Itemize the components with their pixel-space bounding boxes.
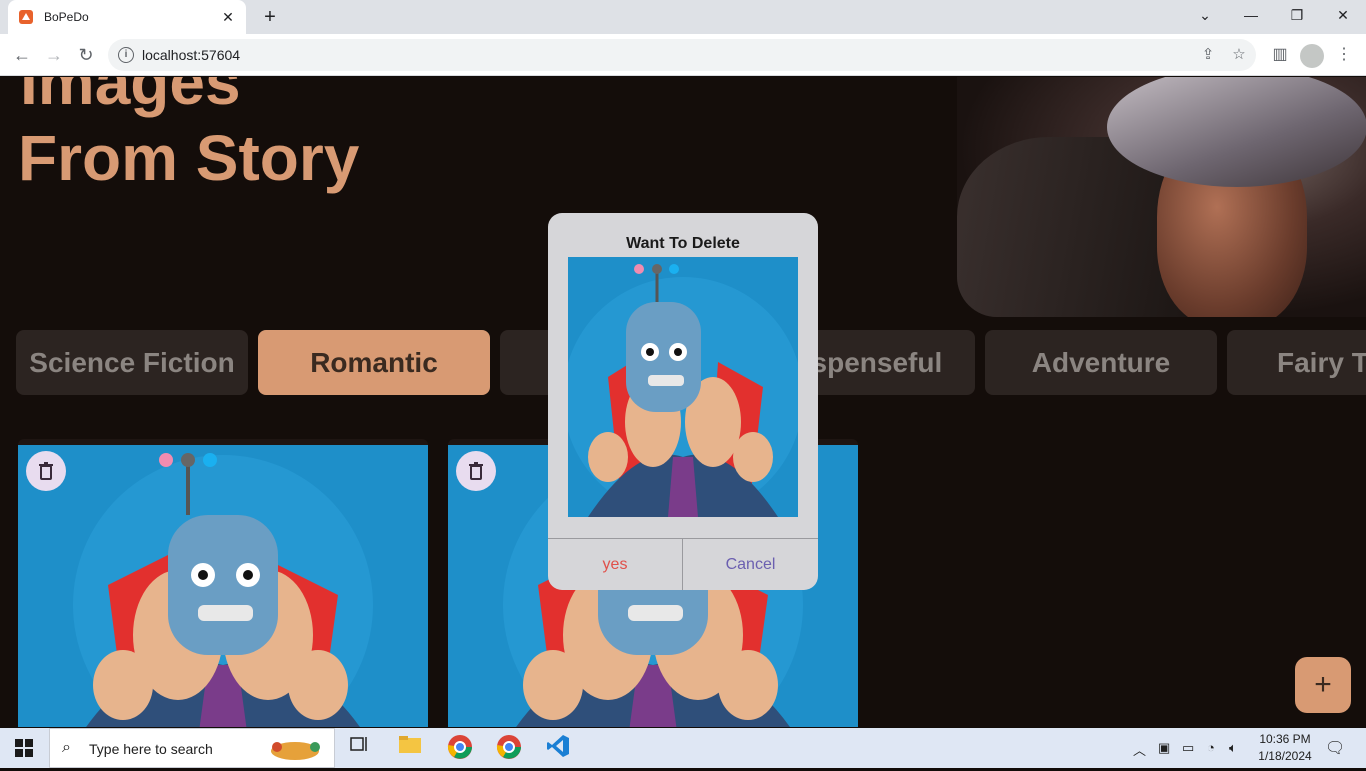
back-arrow-icon[interactable]: ← — [8, 41, 36, 69]
category-chip-romantic[interactable]: Romantic — [258, 330, 490, 395]
browser-tabstrip: BoPeDo ✕ + ⌄ — ❐ ✕ — [0, 0, 1366, 34]
delete-trash-icon[interactable] — [26, 451, 66, 491]
restore-button[interactable]: ❐ — [1274, 0, 1320, 30]
reload-icon[interactable]: ↻ — [72, 41, 100, 69]
site-info-icon[interactable]: i — [118, 47, 134, 63]
tab-title: BoPeDo — [44, 10, 89, 24]
wifi-icon[interactable]: ◔ — [1207, 740, 1215, 755]
share-icon[interactable]: ⇪ — [1199, 46, 1217, 64]
bookmark-star-icon[interactable]: ☆ — [1230, 46, 1248, 64]
category-chip-adventure[interactable]: Adventure — [985, 330, 1217, 395]
battery-icon[interactable]: ▭ — [1182, 740, 1194, 756]
taskbar-clock[interactable]: 10:36 PM 1/18/2024 — [1256, 731, 1314, 765]
clock-date: 1/18/2024 — [1258, 749, 1312, 763]
browser-toolbar: ← → ↻ i localhost:57604 ⇪ ☆ ▥ ⋮ — [0, 34, 1366, 76]
delete-trash-icon[interactable] — [456, 451, 496, 491]
search-icon: ⌕ — [62, 739, 71, 756]
category-chip-science-fiction[interactable]: Science Fiction — [16, 330, 248, 395]
dialog-preview-image — [568, 257, 798, 517]
minimize-button[interactable]: — — [1228, 0, 1274, 30]
window-close-button[interactable]: ✕ — [1320, 0, 1366, 30]
address-bar[interactable]: i localhost:57604 ⇪ ☆ — [108, 39, 1256, 71]
profile-avatar[interactable] — [1300, 44, 1324, 68]
tab-search-chevron-icon[interactable]: ⌄ — [1182, 0, 1228, 30]
more-menu-icon[interactable]: ⋮ — [1332, 43, 1356, 67]
cancel-button[interactable]: Cancel — [683, 539, 818, 590]
delete-confirm-dialog: Want To Delete yes Cancel — [548, 213, 818, 590]
hero-image — [957, 77, 1366, 317]
app-favicon-icon — [19, 10, 33, 24]
side-panel-icon[interactable]: ▥ — [1268, 43, 1292, 67]
page-heading-line1: Images — [20, 77, 241, 118]
clock-time: 10:36 PM — [1259, 732, 1311, 746]
chrome-icon[interactable] — [494, 734, 524, 764]
page-heading-line2: From Story — [18, 122, 360, 194]
windows-taskbar: ⌕ Type here to search ︿ ▣ ▭ ◔ 🔈︎ 10:36 P… — [0, 728, 1366, 768]
add-image-button[interactable]: + — [1295, 657, 1351, 713]
search-highlight-doodle-icon — [271, 742, 320, 760]
chrome-profile-icon[interactable] — [445, 734, 475, 764]
meet-now-icon[interactable]: ▣ — [1158, 740, 1170, 756]
forward-arrow-icon[interactable]: → — [40, 41, 68, 69]
dialog-actions: yes Cancel — [548, 538, 818, 590]
confirm-delete-button[interactable]: yes — [548, 539, 683, 590]
tray-overflow-chevron-icon[interactable]: ︿ — [1133, 740, 1146, 759]
taskbar-search-box[interactable]: ⌕ Type here to search — [49, 728, 335, 768]
category-chip-fairy-tale[interactable]: Fairy Ta — [1227, 330, 1366, 395]
task-view-icon[interactable] — [345, 734, 375, 764]
robot-mask-artwork — [18, 445, 428, 727]
address-url[interactable]: localhost:57604 — [142, 47, 240, 63]
volume-icon[interactable]: 🔈︎ — [1229, 740, 1237, 756]
notifications-icon[interactable]: 🗨︎ — [1325, 738, 1345, 758]
vscode-icon[interactable] — [543, 734, 573, 764]
browser-tab[interactable]: BoPeDo ✕ — [8, 0, 246, 34]
tab-close-icon[interactable]: ✕ — [220, 9, 236, 26]
image-card[interactable] — [18, 439, 428, 727]
taskbar-search-placeholder: Type here to search — [89, 741, 213, 757]
dialog-title: Want To Delete — [626, 235, 740, 252]
new-tab-button[interactable]: + — [258, 5, 282, 29]
windows-start-icon[interactable] — [15, 739, 33, 757]
file-explorer-icon[interactable] — [395, 734, 425, 764]
